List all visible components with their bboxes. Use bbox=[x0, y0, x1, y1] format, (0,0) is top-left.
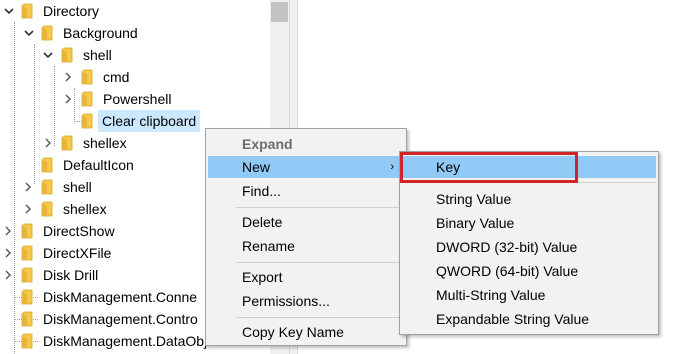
tree-item-cmd[interactable]: cmd bbox=[0, 66, 270, 88]
tree-item-label: shell bbox=[83, 47, 112, 63]
tree-item-powershell[interactable]: Powershell bbox=[0, 88, 270, 110]
menu-item-label: DWORD (32-bit) Value bbox=[436, 239, 578, 255]
menu-item-label: Find... bbox=[242, 183, 281, 199]
tree-item-label: Disk Drill bbox=[43, 267, 99, 283]
tree-item-label: shell bbox=[63, 179, 92, 195]
chevron-right-icon[interactable] bbox=[42, 137, 54, 149]
scrollbar-thumb[interactable] bbox=[271, 2, 288, 22]
menu-item-expand[interactable]: Expand bbox=[208, 133, 404, 155]
menu-separator bbox=[236, 207, 404, 208]
folder-icon bbox=[41, 201, 53, 217]
tree-item-shell[interactable]: shell bbox=[0, 44, 270, 66]
tree-item-label: DiskManagement.Contro bbox=[43, 311, 198, 327]
folder-icon bbox=[21, 289, 33, 305]
menu-item-new[interactable]: New › bbox=[208, 156, 404, 178]
chevron-right-icon[interactable] bbox=[2, 269, 14, 281]
tree-item-background[interactable]: Background bbox=[0, 22, 270, 44]
tree-item-label: shellex bbox=[83, 135, 127, 151]
tree-item-label: DirectShow bbox=[43, 223, 115, 239]
menu-item-label: Copy Key Name bbox=[242, 324, 344, 340]
folder-icon bbox=[81, 91, 93, 107]
folder-icon bbox=[61, 47, 73, 63]
menu-separator bbox=[236, 262, 404, 263]
chevron-right-icon[interactable] bbox=[2, 247, 14, 259]
folder-icon bbox=[21, 223, 33, 239]
tree-item-label: DirectXFile bbox=[43, 245, 112, 261]
submenu-item-dword-value[interactable]: DWORD (32-bit) Value bbox=[402, 236, 656, 258]
tree-item-label: Powershell bbox=[103, 91, 172, 107]
tree-item-label: shellex bbox=[63, 201, 107, 217]
menu-item-find[interactable]: Find... bbox=[208, 180, 404, 202]
chevron-right-icon[interactable] bbox=[62, 71, 74, 83]
menu-item-delete[interactable]: Delete bbox=[208, 211, 404, 233]
submenu-item-expandable-string-value[interactable]: Expandable String Value bbox=[402, 308, 656, 330]
menu-item-label: QWORD (64-bit) Value bbox=[436, 263, 579, 279]
context-menu: Expand New › Find... Delete Rename Expor… bbox=[205, 128, 407, 346]
submenu-item-string-value[interactable]: String Value bbox=[402, 188, 656, 210]
menu-item-label: Rename bbox=[242, 238, 295, 254]
submenu-item-multi-string-value[interactable]: Multi-String Value bbox=[402, 284, 656, 306]
chevron-down-icon[interactable] bbox=[3, 5, 15, 17]
menu-item-label: New bbox=[242, 159, 271, 175]
chevron-right-icon[interactable] bbox=[2, 225, 14, 237]
menu-item-label: Delete bbox=[242, 214, 283, 230]
submenu-item-qword-value[interactable]: QWORD (64-bit) Value bbox=[402, 260, 656, 282]
submenu-item-binary-value[interactable]: Binary Value bbox=[402, 212, 656, 234]
chevron-down-icon[interactable] bbox=[42, 49, 54, 61]
tree-item-label: DiskManagement.DataObject bbox=[43, 333, 226, 349]
tree-item-label: DiskManagement.Conne bbox=[43, 289, 198, 305]
menu-item-permissions[interactable]: Permissions... bbox=[208, 290, 404, 312]
tree-item-label: cmd bbox=[103, 69, 130, 85]
folder-icon bbox=[81, 113, 93, 129]
folder-icon bbox=[21, 245, 33, 261]
menu-item-label: Expandable String Value bbox=[436, 311, 590, 327]
tree-item-label: Directory bbox=[43, 3, 100, 19]
menu-item-copy-key-name[interactable]: Copy Key Name bbox=[208, 321, 404, 343]
chevron-right-icon[interactable] bbox=[22, 203, 34, 215]
chevron-right-icon[interactable] bbox=[22, 181, 34, 193]
folder-icon bbox=[21, 311, 33, 327]
folder-icon bbox=[21, 333, 33, 349]
menu-item-label: Permissions... bbox=[242, 293, 330, 309]
chevron-right-icon[interactable] bbox=[62, 93, 74, 105]
menu-item-label: Export bbox=[242, 269, 283, 285]
tree-item-label: DefaultIcon bbox=[63, 157, 134, 173]
folder-icon bbox=[41, 25, 53, 41]
folder-icon bbox=[61, 135, 73, 151]
folder-icon bbox=[21, 3, 33, 19]
annotation-highlight-box bbox=[400, 152, 578, 183]
folder-icon bbox=[41, 157, 53, 173]
submenu-arrow-icon: › bbox=[390, 161, 394, 173]
menu-item-export[interactable]: Export bbox=[208, 266, 404, 288]
folder-icon bbox=[21, 267, 33, 283]
tree-item-label: Background bbox=[63, 25, 138, 41]
menu-item-label: String Value bbox=[436, 191, 512, 207]
chevron-down-icon[interactable] bbox=[23, 27, 35, 39]
tree-item-directory[interactable]: Directory bbox=[0, 0, 270, 22]
folder-icon bbox=[81, 69, 93, 85]
tree-item-label: Clear clipboard bbox=[98, 110, 201, 132]
menu-item-label: Expand bbox=[242, 136, 293, 152]
menu-separator bbox=[236, 317, 404, 318]
menu-item-rename[interactable]: Rename bbox=[208, 235, 404, 257]
menu-item-label: Binary Value bbox=[436, 215, 515, 231]
menu-item-label: Multi-String Value bbox=[436, 287, 546, 303]
folder-icon bbox=[41, 179, 53, 195]
